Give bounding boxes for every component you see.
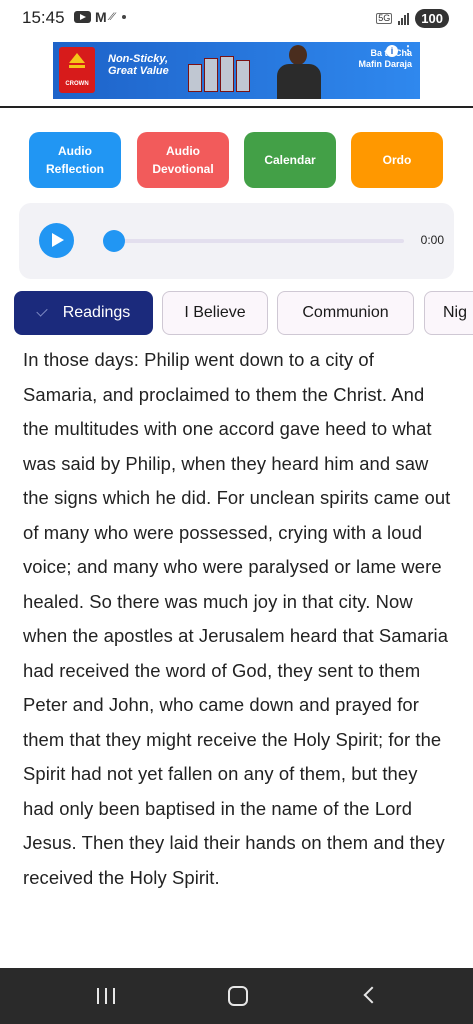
player-time: 0:00 bbox=[420, 233, 444, 247]
notification-icons: M ⁄⁄ bbox=[74, 9, 127, 25]
crown-icon bbox=[69, 53, 85, 68]
audio-player: 0:00 bbox=[19, 203, 454, 279]
ad-product-image bbox=[188, 54, 268, 92]
section-tabs: Readings I Believe Communion Nig bbox=[0, 291, 473, 337]
home-icon[interactable] bbox=[228, 986, 248, 1006]
more-notifications-icon bbox=[122, 15, 127, 19]
voicemail-icon: ⁄⁄ bbox=[110, 11, 115, 23]
status-time: 15:45 bbox=[22, 8, 65, 27]
ad-headline: Non-Sticky, Great Value bbox=[108, 53, 169, 77]
tab-communion[interactable]: Communion bbox=[277, 291, 414, 335]
progress-thumb[interactable] bbox=[103, 230, 125, 252]
check-icon bbox=[36, 305, 48, 317]
youtube-icon bbox=[74, 11, 91, 23]
gmail-icon: M bbox=[95, 9, 107, 25]
audio-devotional-button[interactable]: Audio Devotional bbox=[137, 132, 229, 188]
play-icon bbox=[52, 233, 64, 247]
signal-icon bbox=[398, 12, 410, 25]
audio-reflection-button[interactable]: Audio Reflection bbox=[29, 132, 121, 188]
ad-banner[interactable]: CROWN Non-Sticky, Great Value Ba ta ChaM… bbox=[53, 42, 420, 99]
tab-label: Readings bbox=[62, 304, 131, 321]
recents-icon[interactable] bbox=[97, 988, 115, 1004]
tab-night-prayer[interactable]: Nig bbox=[424, 291, 473, 335]
battery-icon: 100 bbox=[415, 9, 449, 28]
ad-person-image bbox=[267, 42, 331, 99]
tab-i-believe[interactable]: I Believe bbox=[162, 291, 268, 335]
brand-logo-text: CROWN bbox=[65, 81, 89, 87]
tab-label: Nig bbox=[443, 304, 468, 321]
brand-logo: CROWN bbox=[59, 47, 95, 93]
tab-label: Communion bbox=[302, 304, 389, 321]
ad-info-icon[interactable]: i bbox=[386, 45, 398, 57]
header-divider bbox=[0, 106, 473, 108]
ordo-button[interactable]: Ordo bbox=[351, 132, 443, 188]
calendar-button[interactable]: Calendar bbox=[244, 132, 336, 188]
ad-more-icon[interactable]: ⋮ bbox=[402, 44, 414, 57]
progress-slider[interactable] bbox=[114, 239, 404, 243]
back-icon[interactable] bbox=[363, 986, 381, 1004]
status-bar: 15:45 M ⁄⁄ 5G 100 bbox=[0, 0, 473, 38]
reading-text: In those days: Philip went down to a cit… bbox=[23, 349, 451, 888]
system-icons: 5G 100 bbox=[376, 9, 449, 28]
play-button[interactable] bbox=[39, 223, 74, 258]
system-nav-bar bbox=[0, 968, 473, 1024]
tab-label: I Believe bbox=[184, 304, 246, 321]
network-type-icon: 5G bbox=[376, 13, 393, 24]
tab-readings[interactable]: Readings bbox=[14, 291, 153, 335]
